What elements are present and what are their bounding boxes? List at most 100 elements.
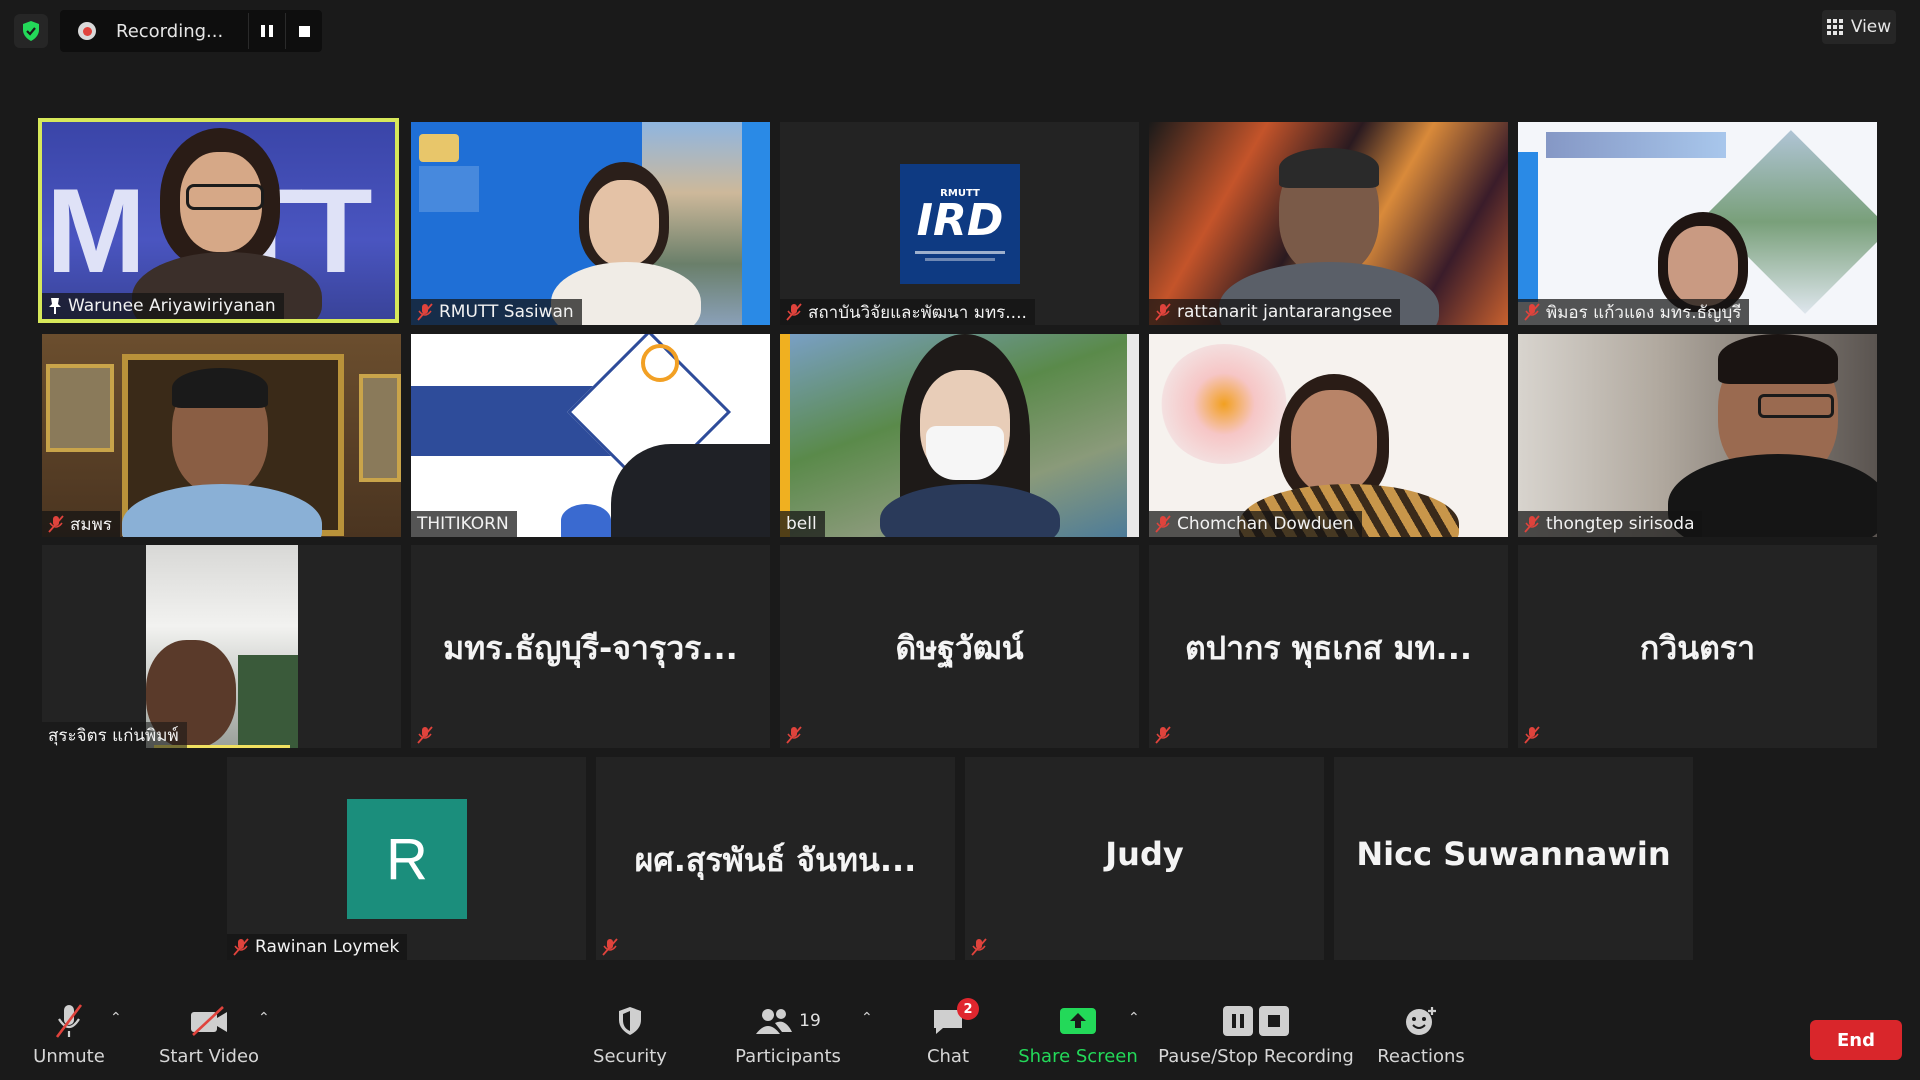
muted-mic-icon	[417, 303, 433, 321]
reactions-icon	[1404, 1002, 1438, 1040]
participant-name: สถาบันวิจัยและพัฒนา มทร....	[808, 302, 1027, 323]
video-tile-bell[interactable]: bell	[780, 334, 1139, 537]
participant-name: พิมอร แก้วแดง มทร.ธัญบุรี	[1546, 302, 1742, 323]
chat-label: Chat	[926, 1046, 970, 1067]
muted-mic-icon	[48, 515, 64, 533]
participants-label: Participants	[735, 1046, 841, 1067]
muted-mic-icon	[1155, 726, 1171, 744]
meeting-toolbar: Unmute ⌃ Start Video ⌃ Security 19 Parti…	[0, 980, 1920, 1080]
muted-mic-icon	[54, 1002, 84, 1040]
chat-button[interactable]: 2 Chat	[920, 980, 979, 1080]
pause-icon	[261, 25, 273, 37]
participant-display-name: ดิษฐวัฒน์	[895, 629, 1024, 667]
start-video-button[interactable]: Start Video	[156, 980, 262, 1080]
tile-label: bell	[780, 511, 825, 537]
participants-options-caret-icon[interactable]: ⌃	[861, 1010, 873, 1026]
pause-stop-recording-button[interactable]: Pause/Stop Recording	[1158, 980, 1354, 1080]
muted-mic-icon	[786, 726, 802, 744]
name-tile-nicc[interactable]: Nicc Suwannawin	[1334, 757, 1693, 960]
muted-mic-icon	[971, 938, 987, 956]
tile-label: สมพร	[42, 511, 120, 537]
participant-name: thongtep sirisoda	[1546, 514, 1695, 534]
name-tile-ditthawat[interactable]: ดิษฐวัฒน์	[780, 545, 1139, 748]
muted-mic-icon	[1155, 515, 1171, 533]
name-tile-tapakorn[interactable]: ตปากร พุธเกส มท...	[1149, 545, 1508, 748]
tile-label: สุระจิตร แก่นพิมพ์	[42, 722, 187, 748]
pin-icon	[49, 298, 61, 314]
share-screen-icon	[1059, 1002, 1097, 1040]
muted-mic-icon	[1524, 726, 1540, 744]
avatar: R	[347, 799, 467, 919]
tile-label: Warunee Ariyawiriyanan	[42, 293, 284, 319]
tile-label: rattanarit jantararangsee	[1149, 299, 1401, 325]
chat-unread-badge: 2	[957, 998, 979, 1020]
security-label: Security	[593, 1046, 667, 1067]
video-tile-warunee[interactable]: M TT Warunee Ariyawiriyanan	[38, 118, 399, 323]
participant-name: THITIKORN	[417, 514, 509, 534]
reactions-button[interactable]: Reactions	[1376, 980, 1466, 1080]
participant-display-name: มทร.ธัญบุรี-จารุวร...	[443, 629, 738, 667]
security-button[interactable]: Security	[590, 980, 670, 1080]
video-tile-rawinan[interactable]: R Rawinan Loymek	[227, 757, 586, 960]
security-shield-icon[interactable]	[14, 14, 48, 48]
name-tile-kawintra[interactable]: กวินตรา	[1518, 545, 1877, 748]
video-tile-somporn[interactable]: สมพร	[42, 334, 401, 537]
participant-name: สุระจิตร แก่นพิมพ์	[48, 725, 179, 746]
share-screen-button[interactable]: Share Screen	[1018, 980, 1138, 1080]
muted-mic-icon	[417, 726, 433, 744]
video-off-icon	[189, 1002, 229, 1040]
participant-display-name: ตปากร พุธเกส มท...	[1184, 629, 1473, 667]
end-meeting-button[interactable]: End	[1810, 1020, 1902, 1060]
participants-count: 19	[799, 1011, 821, 1031]
participant-name: Warunee Ariyawiriyanan	[68, 296, 276, 316]
video-tile-thitikorn[interactable]: THITIKORN	[411, 334, 770, 537]
tile-label: Chomchan Dowduen	[1149, 511, 1362, 537]
participant-name: RMUTT Sasiwan	[439, 302, 574, 322]
tile-label: สถาบันวิจัยและพัฒนา มทร....	[780, 299, 1035, 325]
share-options-caret-icon[interactable]: ⌃	[1128, 1010, 1140, 1026]
participant-display-name: ผศ.สุรพันธ์ จันทน...	[634, 841, 917, 879]
share-screen-label: Share Screen	[1018, 1046, 1138, 1067]
recording-indicator: Recording...	[60, 10, 322, 52]
chat-icon: 2	[931, 998, 979, 1040]
stop-recording-button[interactable]	[285, 13, 322, 49]
video-tile-pimon[interactable]: พิมอร แก้วแดง มทร.ธัญบุรี	[1518, 122, 1877, 325]
participant-display-name: Judy	[1105, 835, 1184, 873]
participants-icon: 19	[755, 1002, 821, 1040]
video-tile-rattanarit[interactable]: rattanarit jantararangsee	[1149, 122, 1508, 325]
pause-stop-recording-icon	[1223, 1002, 1289, 1040]
video-tile-ird[interactable]: RMUTT IRD สถาบันวิจัยและพัฒนา มทร....	[780, 122, 1139, 325]
pause-recording-button[interactable]	[248, 13, 285, 49]
video-options-caret-icon[interactable]: ⌃	[258, 1010, 270, 1026]
shield-icon	[616, 1002, 644, 1040]
ird-logo-text: IRD	[916, 194, 1004, 246]
participant-name: Chomchan Dowduen	[1177, 514, 1354, 534]
muted-mic-icon	[1155, 303, 1171, 321]
reactions-label: Reactions	[1377, 1046, 1465, 1067]
tile-label: RMUTT Sasiwan	[411, 299, 582, 325]
recording-dot-icon	[78, 22, 96, 40]
name-tile-judy[interactable]: Judy	[965, 757, 1324, 960]
muted-mic-icon	[1524, 515, 1540, 533]
tile-label: Rawinan Loymek	[227, 934, 408, 960]
video-tile-rmutt-sasiwan[interactable]: RMUTT Sasiwan	[411, 122, 770, 325]
video-tile-chomchan[interactable]: Chomchan Dowduen	[1149, 334, 1508, 537]
name-tile-jaruwor[interactable]: มทร.ธัญบุรี-จารุวร...	[411, 545, 770, 748]
unmute-button[interactable]: Unmute	[26, 980, 112, 1080]
participant-name: Rawinan Loymek	[255, 937, 400, 957]
pause-stop-recording-label: Pause/Stop Recording	[1158, 1046, 1354, 1067]
tile-label: THITIKORN	[411, 511, 517, 537]
video-tile-thongtep[interactable]: thongtep sirisoda	[1518, 334, 1877, 537]
participants-button[interactable]: 19 Participants	[735, 980, 841, 1080]
participant-name: สมพร	[70, 514, 112, 535]
video-tile-surachit[interactable]: สุระจิตร แก่นพิมพ์	[42, 545, 401, 748]
view-button[interactable]: View	[1822, 10, 1896, 44]
participant-name: rattanarit jantararangsee	[1177, 302, 1393, 322]
audio-options-caret-icon[interactable]: ⌃	[110, 1010, 122, 1026]
muted-mic-icon	[786, 303, 802, 321]
grid-icon	[1826, 19, 1843, 35]
muted-mic-icon	[1524, 303, 1540, 321]
recording-text: Recording...	[116, 20, 224, 42]
name-tile-suraphan[interactable]: ผศ.สุรพันธ์ จันทน...	[596, 757, 955, 960]
participant-display-name: กวินตรา	[1639, 629, 1756, 667]
